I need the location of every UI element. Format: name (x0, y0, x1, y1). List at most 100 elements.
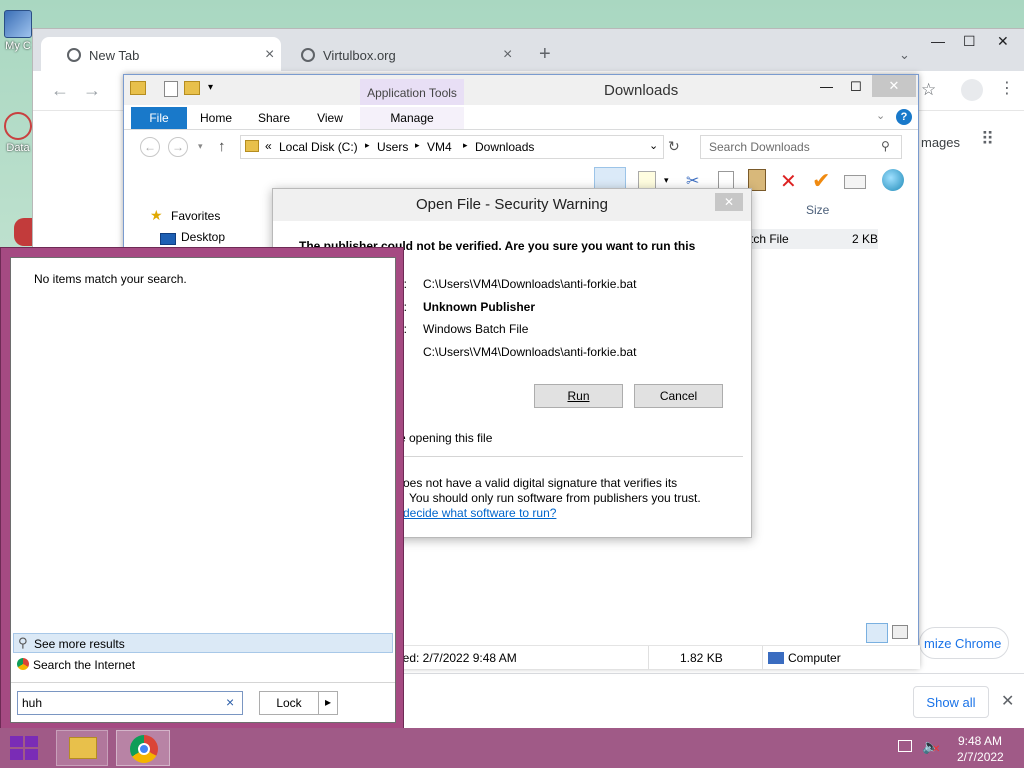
status-divider (648, 646, 649, 670)
size-column-header[interactable]: Size (806, 203, 829, 217)
forward-icon[interactable]: → (83, 80, 101, 101)
close-tab-icon[interactable]: × (265, 46, 274, 64)
status-modified: ied: 2/7/2022 9:48 AM (400, 651, 517, 665)
forward-icon[interactable]: → (168, 137, 188, 157)
bookmark-star-icon[interactable]: ☆ (921, 80, 936, 100)
up-icon[interactable]: ↑ (218, 138, 226, 155)
customize-chrome-button[interactable]: mize Chrome (919, 627, 1009, 659)
see-more-results[interactable]: ⚲ See more results (13, 633, 393, 653)
windows-logo-icon (25, 749, 38, 760)
clock-date[interactable]: 2/7/2022 (957, 750, 1004, 764)
tab-new-tab[interactable]: New Tab × (41, 37, 281, 71)
maximize-button[interactable]: ☐ (963, 33, 976, 50)
windows-logo-icon (10, 749, 23, 760)
recent-locations-icon[interactable]: ▾ (198, 141, 203, 152)
profile-avatar-icon[interactable] (961, 79, 983, 101)
maximize-button[interactable]: ☐ (850, 79, 862, 95)
breadcrumb-users[interactable]: Users (377, 140, 408, 154)
chrome-globe-icon (67, 48, 81, 62)
chrome-logo-icon (17, 658, 29, 670)
tab-title: New Tab (89, 48, 140, 63)
close-button[interactable]: ✕ (997, 33, 1009, 50)
back-icon[interactable]: ← (140, 137, 160, 157)
power-options-arrow-icon[interactable]: ▸ (318, 691, 338, 715)
globe-icon[interactable] (882, 169, 904, 191)
show-all-downloads-button[interactable]: Show all (913, 686, 989, 718)
properties-icon[interactable] (638, 171, 656, 189)
close-button[interactable]: ✕ (872, 75, 916, 97)
globe-icon (301, 48, 315, 62)
tab-search-icon[interactable]: ⌄ (899, 47, 910, 63)
see-more-results-label: See more results (34, 637, 125, 651)
dialog-divider (397, 456, 743, 457)
atom-icon (4, 112, 32, 140)
what-software-link[interactable]: decide what software to run? (403, 506, 556, 520)
start-button[interactable] (10, 736, 38, 760)
nav-favorites[interactable]: Favorites (171, 209, 220, 223)
ribbon-tab-file[interactable]: File (131, 107, 187, 129)
back-icon[interactable]: ← (51, 80, 69, 101)
ribbon-tab-view[interactable]: View (308, 107, 352, 129)
desktop-icon-my-computer[interactable]: My C (0, 10, 36, 52)
new-tab-button[interactable]: + (539, 43, 551, 66)
search-icon: ⚲ (18, 635, 28, 650)
ribbon-tab-home[interactable]: Home (194, 107, 238, 129)
tab-title: Virtulbox.org (323, 48, 396, 63)
minimize-button[interactable]: — (820, 79, 833, 94)
help-icon[interactable]: ? (896, 109, 912, 125)
file-row-anti-forkie[interactable]: tch File 2 KB (750, 229, 878, 249)
select-icon[interactable] (844, 175, 866, 189)
clear-search-icon[interactable]: × (226, 694, 234, 710)
minimize-button[interactable]: — (931, 33, 945, 49)
ribbon-tab-share[interactable]: Share (252, 107, 296, 129)
run-button[interactable]: Run (534, 384, 623, 408)
dropdown-icon[interactable]: ▾ (664, 175, 669, 186)
clock-time[interactable]: 9:48 AM (958, 734, 1002, 748)
address-dropdown-icon[interactable]: ⌄ (649, 139, 658, 152)
desktop-icon-data[interactable]: Data (0, 112, 36, 154)
details-view-icon[interactable] (866, 623, 888, 643)
taskbar-chrome-button[interactable] (116, 730, 170, 766)
always-ask-checkbox-label[interactable]: e opening this file (399, 431, 492, 445)
images-link[interactable]: mages (921, 135, 960, 150)
search-the-internet[interactable]: Search the Internet (13, 655, 393, 675)
no-results-text: No items match your search. (34, 272, 187, 286)
field-name-value: C:\Users\VM4\Downloads\anti-forkie.bat (423, 277, 637, 291)
status-location: Computer (788, 651, 841, 665)
breadcrumb-downloads[interactable]: Downloads (475, 140, 534, 154)
search-downloads-input[interactable]: Search Downloads ⚲ (700, 135, 902, 159)
network-icon[interactable] (898, 740, 912, 752)
ribbon-tab-manage[interactable]: Manage (360, 107, 464, 129)
rename-check-icon[interactable]: ✔ (812, 168, 830, 194)
nav-desktop[interactable]: Desktop (181, 230, 225, 244)
chrome-menu-icon[interactable]: ⋮ (999, 78, 1015, 98)
folder-icon (130, 81, 146, 95)
copy-icon[interactable] (718, 171, 734, 189)
close-download-shelf-icon[interactable]: ✕ (1001, 691, 1014, 711)
tab-virtulbox[interactable]: Virtulbox.org × (285, 37, 525, 71)
apps-grid-icon[interactable]: ⠿ (981, 129, 994, 150)
search-input-value: huh (22, 696, 43, 710)
lock-button[interactable]: Lock (259, 691, 319, 715)
quick-access-dropdown-icon[interactable]: ▾ (208, 82, 213, 93)
address-bar[interactable]: « Local Disk (C:) ▸ Users ▸ VM4 ▸ Downlo… (240, 135, 664, 159)
large-icons-view-icon[interactable] (892, 625, 908, 639)
status-divider (762, 646, 763, 670)
breadcrumb-vm4[interactable]: VM4 (427, 140, 452, 154)
properties-icon[interactable] (164, 81, 178, 97)
address-overflow[interactable]: « (265, 139, 272, 153)
start-search-input[interactable]: huh × (17, 691, 243, 715)
taskbar-explorer-button[interactable] (56, 730, 108, 766)
dialog-close-button[interactable]: ✕ (715, 193, 743, 211)
close-tab-icon[interactable]: × (503, 46, 512, 64)
desktop-icon-partial[interactable] (14, 218, 34, 246)
cancel-button[interactable]: Cancel (634, 384, 723, 408)
refresh-icon[interactable]: ↻ (668, 138, 680, 155)
new-folder-icon[interactable] (184, 81, 200, 95)
field-publisher-value: Unknown Publisher (423, 300, 536, 314)
delete-icon[interactable]: ✕ (780, 169, 797, 194)
breadcrumb-chevron-icon: ▸ (463, 140, 468, 150)
breadcrumb-local-disk[interactable]: Local Disk (C:) (279, 140, 358, 154)
folder-icon (245, 140, 259, 152)
expand-ribbon-icon[interactable]: ⌄ (876, 109, 885, 122)
